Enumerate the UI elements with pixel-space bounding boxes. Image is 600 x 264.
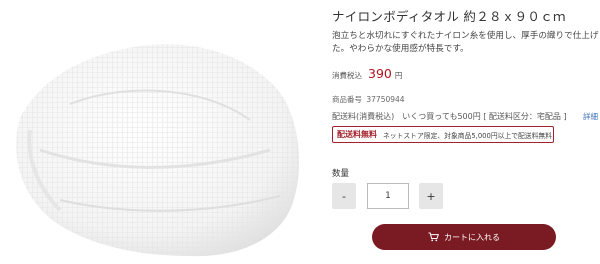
quantity-increase-button[interactable]: + [419,183,443,209]
quantity-decrease-button[interactable]: - [332,183,356,209]
description-line: た。やわらかな使用感が特長です。 [332,44,469,54]
yen-label: 円 [394,71,403,80]
product-title: ナイロンボディタオル 約２８ｘ９０ｃｍ [332,9,566,24]
product-description: 泡立ちと水切れにすぐれたナイロン糸を使用し、厚手の織りで仕上げまし た。やわらか… [332,30,600,56]
tax-label: 消費税込 [332,71,362,80]
free-shipping-badge: 配送料無料 [337,130,377,139]
add-to-cart-button[interactable]: カートに入れる [372,224,556,250]
product-info: ナイロンボディタオル 約２８ｘ９０ｃｍ 泡立ちと水切れにすぐれたナイロン糸を使用… [332,0,600,264]
product-image [0,0,320,264]
shipping-info: 配送料(消費税込) いくつ買っても500円 [ 配送料区分：宅配品 ] 詳細 [332,111,600,122]
cart-icon [428,232,439,242]
product-code: 商品番号 37750944 [332,94,405,105]
product-code-value: 37750944 [366,95,405,104]
shipping-detail-link[interactable]: 詳細 [583,111,598,122]
price-value: 390 [368,66,392,81]
quantity-label: 数量 [332,169,350,179]
price-row: 消費税込 390 円 [332,66,402,81]
shipping-text: 配送料(消費税込) いくつ買っても500円 [ 配送料区分：宅配品 ] [332,112,567,121]
product-code-label: 商品番号 [332,95,362,104]
description-line: 泡立ちと水切れにすぐれたナイロン糸を使用し、厚手の織りで仕上げまし [332,31,600,41]
add-to-cart-label: カートに入れる [444,232,500,242]
free-shipping-box: 配送料無料 ネットストア限定、対象商品5,000円以上で配送料無料 [332,126,554,143]
quantity-input[interactable]: 1 [367,183,409,209]
free-shipping-note: ネットストア限定、対象商品5,000円以上で配送料無料 [383,131,552,140]
